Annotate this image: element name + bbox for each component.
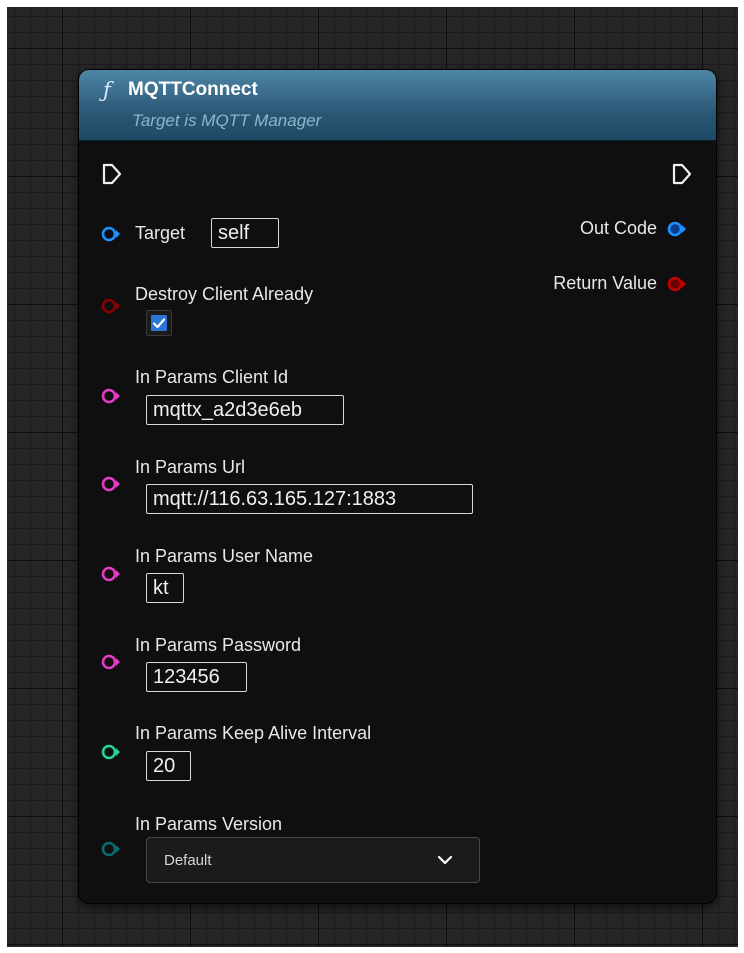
client-id-label: In Params Client Id [135, 367, 289, 387]
url-label: In Params Url [135, 457, 246, 477]
out-code-pin-icon[interactable] [666, 220, 686, 238]
keep-alive-label: In Params Keep Alive Interval [135, 723, 372, 743]
keep-alive-field[interactable]: 20 [146, 751, 191, 781]
checkmark-icon [151, 315, 167, 331]
url-field[interactable]: mqtt://116.63.165.127:1883 [146, 484, 473, 514]
destroy-client-label: Destroy Client Already [135, 284, 314, 304]
url-pin-icon[interactable] [101, 475, 120, 493]
client-id-field[interactable]: mqttx_a2d3e6eb [146, 395, 344, 425]
target-label: Target [135, 223, 186, 243]
user-name-label: In Params User Name [135, 546, 314, 566]
exec-output-pin-icon[interactable] [671, 163, 693, 185]
return-value-pin-icon[interactable] [666, 275, 686, 293]
node-title: MQTTConnect [128, 79, 258, 100]
exec-input-pin-icon[interactable] [101, 163, 123, 185]
version-dropdown-value: Default [164, 852, 212, 869]
destroy-client-pin-icon[interactable] [101, 297, 120, 315]
password-label: In Params Password [135, 635, 302, 655]
version-dropdown[interactable]: Default [146, 837, 480, 883]
function-icon: ƒ [103, 78, 111, 102]
client-id-pin-icon[interactable] [101, 387, 120, 405]
target-pin-icon[interactable] [101, 225, 120, 243]
node-subtitle: Target is MQTT Manager [132, 111, 322, 130]
target-field[interactable]: self [211, 218, 279, 248]
keep-alive-pin-icon[interactable] [101, 743, 120, 761]
version-label: In Params Version [135, 814, 283, 834]
version-pin-icon[interactable] [101, 840, 120, 858]
password-field[interactable]: 123456 [146, 662, 247, 692]
return-value-label: Return Value [553, 273, 657, 293]
password-pin-icon[interactable] [101, 653, 120, 671]
user-name-pin-icon[interactable] [101, 565, 120, 583]
chevron-down-icon [437, 852, 453, 868]
out-code-label: Out Code [579, 218, 657, 238]
node-header[interactable]: ƒ MQTTConnect Target is MQTT Manager [79, 70, 716, 141]
user-name-field[interactable]: kt [146, 573, 184, 603]
destroy-client-checkbox[interactable] [146, 310, 172, 336]
